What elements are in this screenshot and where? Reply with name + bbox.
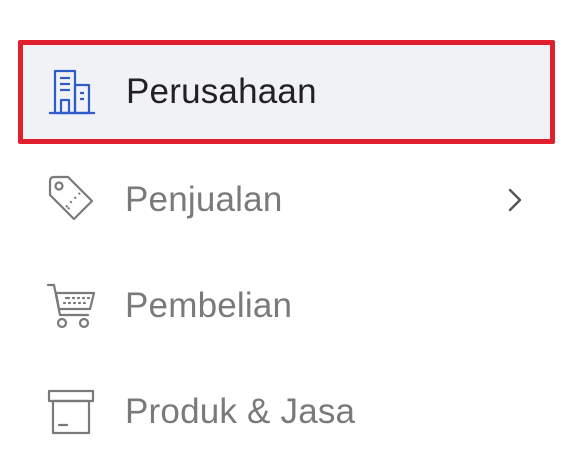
- price-tag-icon: [45, 174, 97, 226]
- shopping-cart-icon: [45, 280, 97, 332]
- sidebar-item-penjualan[interactable]: Penjualan: [18, 148, 555, 252]
- sidebar-item-label: Penjualan: [125, 180, 283, 219]
- sidebar-item-pembelian[interactable]: Pembelian: [18, 254, 555, 358]
- chevron-right-icon: [505, 185, 525, 215]
- sidebar-item-perusahaan[interactable]: Perusahaan: [18, 40, 555, 144]
- archive-box-icon: [45, 386, 97, 438]
- sidebar-item-produk-jasa[interactable]: Produk & Jasa: [18, 360, 555, 464]
- sidebar-item-label: Pembelian: [125, 286, 293, 325]
- building-icon: [46, 66, 98, 118]
- sidebar-item-label: Produk & Jasa: [125, 392, 356, 431]
- sidebar-menu: Perusahaan Penjualan Pembelian Produk & …: [0, 0, 566, 464]
- sidebar-item-label: Perusahaan: [126, 72, 317, 111]
